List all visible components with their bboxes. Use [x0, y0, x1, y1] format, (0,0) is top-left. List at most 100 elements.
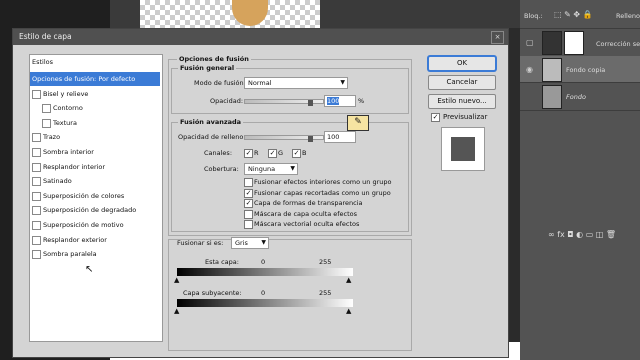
blending-options-group: Opciones de fusión Fusión general Modo d…: [168, 55, 412, 236]
blending-options-title: Opciones de fusión: [177, 55, 251, 63]
style-preview: [441, 127, 485, 171]
style-checkbox[interactable]: [32, 133, 41, 143]
lock-icons[interactable]: ⬚ ✎ ✥ 🔒: [554, 10, 593, 19]
layer-name[interactable]: Fondo: [566, 93, 586, 101]
this-layer-max: 255: [319, 258, 332, 266]
preview-swatch: [451, 137, 475, 161]
blend-if-label: Fusionar si es:: [177, 239, 224, 247]
style-checkbox[interactable]: [32, 191, 41, 201]
layer-row[interactable]: Fondo: [520, 82, 640, 111]
fill-opacity-input[interactable]: 100: [324, 131, 356, 143]
slider-left-handle[interactable]: ▲: [174, 307, 179, 315]
style-item-label: Superposición de colores: [43, 191, 125, 200]
style-item[interactable]: Satinado: [30, 174, 160, 188]
cancel-button[interactable]: Cancelar: [428, 75, 496, 90]
style-item-label: Sombra interior: [43, 148, 94, 156]
this-layer-gradient[interactable]: [177, 268, 353, 276]
dialog-titlebar: Estilo de capa ×: [13, 29, 508, 45]
option-checkbox[interactable]: [244, 209, 253, 219]
layer-name[interactable]: Fondo copia: [566, 66, 605, 74]
style-item[interactable]: Superposición de degradado: [30, 203, 160, 217]
slider-right-handle[interactable]: ▲: [346, 276, 351, 284]
style-checkbox[interactable]: [42, 104, 51, 114]
option-label: Fusionar efectos interiores como un grup…: [254, 178, 392, 186]
fill-opacity-value: 100: [327, 133, 340, 141]
underlying-gradient[interactable]: [177, 299, 353, 307]
blend-mode-label: Modo de fusión:: [194, 79, 246, 87]
mask-thumbnail: [564, 31, 584, 55]
style-item[interactable]: Resplandor interior: [30, 160, 160, 174]
style-item[interactable]: Opciones de fusión: Por defecto: [30, 72, 160, 86]
slider-right-handle[interactable]: ▲: [346, 307, 351, 315]
opacity-slider-handle[interactable]: [308, 100, 313, 106]
style-checkbox[interactable]: [32, 162, 41, 172]
fill-opacity-label: Opacidad de relleno:: [178, 133, 246, 141]
styles-header[interactable]: Estilos: [32, 58, 53, 66]
opacity-input[interactable]: 100: [324, 95, 356, 107]
style-checkbox[interactable]: [32, 250, 41, 260]
blend-mode-value: Normal: [248, 79, 272, 87]
style-item-label: Superposición de degradado: [43, 206, 137, 215]
style-checkbox[interactable]: [32, 235, 41, 245]
style-item-label: Bisel y relieve: [43, 89, 89, 98]
layer-thumbnail: [542, 58, 562, 82]
style-item-label: Trazo: [43, 133, 61, 142]
new-style-button[interactable]: Estilo nuevo...: [428, 94, 496, 109]
layer-row-selected[interactable]: ◉ Fondo copia: [520, 56, 640, 83]
style-item[interactable]: Contorno: [30, 101, 160, 115]
blend-if-group: Fusionar si es: Gris ▼ Esta capa: 0 255 ▲…: [168, 237, 412, 351]
style-checkbox[interactable]: [32, 89, 41, 99]
opacity-unit: %: [358, 97, 365, 105]
channel-r-label: R: [254, 149, 259, 157]
knockout-select[interactable]: Ninguna ▼: [244, 163, 298, 175]
fill-slider-handle[interactable]: [308, 136, 313, 142]
style-checkbox[interactable]: [32, 177, 41, 187]
style-item[interactable]: Trazo: [30, 130, 160, 144]
ok-button[interactable]: OK: [428, 56, 496, 71]
dialog-title: Estilo de capa: [19, 32, 72, 41]
opacity-value: 100: [327, 97, 340, 105]
style-item-label: Contorno: [53, 104, 83, 113]
slider-left-handle[interactable]: ▲: [174, 276, 179, 284]
channel-b-label: B: [302, 149, 307, 157]
layer-style-dialog: Estilo de capa × Estilos Opciones de fus…: [12, 28, 509, 358]
style-item[interactable]: Sombra interior: [30, 145, 160, 159]
chevron-down-icon: ▼: [340, 79, 345, 86]
style-checkbox[interactable]: [42, 118, 51, 128]
style-item[interactable]: Sombra paralela: [30, 247, 160, 261]
style-item[interactable]: Superposición de motivo: [30, 218, 160, 232]
option-checkbox[interactable]: [244, 220, 253, 229]
option-checkbox[interactable]: ✓: [244, 199, 253, 208]
style-item-label: Resplandor exterior: [43, 235, 107, 244]
style-item[interactable]: Superposición de colores: [30, 189, 160, 203]
general-blending-title: Fusión general: [178, 64, 237, 72]
underlying-max: 255: [319, 289, 332, 297]
layer-name[interactable]: Corrección sel: [596, 40, 640, 48]
option-checkbox[interactable]: ✓: [244, 188, 253, 198]
close-icon[interactable]: ×: [491, 31, 504, 44]
style-item[interactable]: Resplandor exterior: [30, 233, 160, 247]
style-item[interactable]: Textura: [30, 116, 160, 130]
transparency-checker: [140, 0, 320, 28]
visibility-off-icon[interactable]: ▢: [526, 38, 536, 47]
style-checkbox[interactable]: [32, 206, 41, 216]
knockout-value: Ninguna: [248, 165, 276, 173]
style-checkbox[interactable]: [32, 148, 41, 157]
channel-b-checkbox[interactable]: ✓: [292, 149, 301, 158]
channel-g-label: G: [278, 149, 284, 157]
eye-icon[interactable]: ◉: [526, 65, 536, 74]
preview-checkbox[interactable]: ✓: [431, 113, 440, 122]
style-item[interactable]: Bisel y relieve: [30, 87, 160, 101]
advanced-blending-group: Fusión avanzada Opacidad de relleno: 100…: [171, 118, 409, 232]
underlying-label: Capa subyacente:: [183, 289, 242, 297]
layer-row[interactable]: ▢ Corrección sel: [520, 28, 640, 57]
style-checkbox[interactable]: [32, 221, 41, 230]
channel-r-checkbox[interactable]: ✓: [244, 149, 253, 158]
blend-mode-select[interactable]: Normal ▼: [244, 77, 348, 89]
style-item-label: Resplandor interior: [43, 162, 106, 171]
blend-if-select[interactable]: Gris ▼: [231, 237, 269, 249]
layer-footer-icons[interactable]: ∞ fx ◘ ◐ ▭ ◫ 🗑: [548, 230, 616, 239]
channel-g-checkbox[interactable]: ✓: [268, 149, 277, 158]
option-checkbox[interactable]: [244, 178, 253, 187]
this-layer-label: Esta capa:: [205, 258, 239, 266]
